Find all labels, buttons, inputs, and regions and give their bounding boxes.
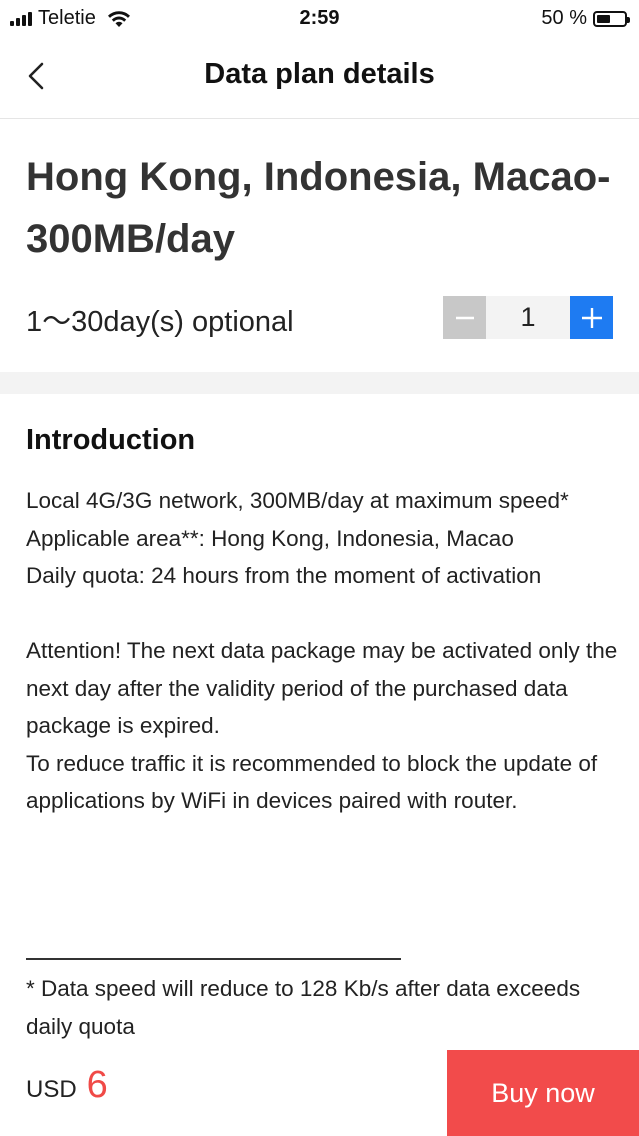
section-divider (0, 372, 639, 394)
footnote-text: * Data speed will reduce to 128 Kb/s aft… (26, 976, 581, 1039)
footnote-divider (26, 958, 401, 960)
intro-line: Attention! The next data package may be … (26, 638, 618, 738)
status-right: 50 % (541, 7, 630, 30)
quantity-value[interactable]: 1 (486, 296, 570, 339)
increase-quantity-button[interactable] (570, 296, 613, 339)
plus-icon (581, 307, 602, 328)
introduction-heading: Introduction (26, 424, 196, 456)
buy-now-button[interactable]: Buy now (447, 1050, 639, 1136)
price-currency: USD (26, 1076, 77, 1103)
days-label: 1～30day(s) optional (26, 306, 294, 338)
data-plan-details-screen: Teletie 2:59 50 % Data plan details Hong… (0, 0, 639, 1136)
intro-line: Daily quota: 24 hours from the moment of… (26, 563, 542, 588)
price-amount: 6 (86, 1064, 108, 1106)
decrease-quantity-button[interactable] (443, 296, 486, 339)
intro-line: To reduce traffic it is recommended to b… (26, 750, 598, 814)
battery-level-fill (597, 14, 610, 23)
navigation-bar: Data plan details (0, 38, 639, 119)
plan-title: Hong Kong, Indonesia, Macao-300MB/day (26, 155, 611, 261)
price: USD 6 (26, 1064, 108, 1107)
introduction-body: Local 4G/3G network, 300MB/day at maximu… (26, 482, 626, 820)
purchase-bar: USD 6 Buy now (0, 1050, 639, 1136)
quantity-stepper: 1 (443, 296, 613, 339)
intro-line: Local 4G/3G network, 300MB/day at maximu… (26, 488, 569, 513)
intro-blank-line (26, 595, 626, 633)
battery-percent: 50 % (541, 7, 587, 29)
battery-icon (593, 10, 630, 27)
page-title: Data plan details (204, 58, 435, 90)
status-bar: Teletie 2:59 50 % (0, 0, 639, 38)
intro-line: Applicable area**: Hong Kong, Indonesia,… (26, 525, 514, 551)
minus-icon (455, 316, 474, 319)
